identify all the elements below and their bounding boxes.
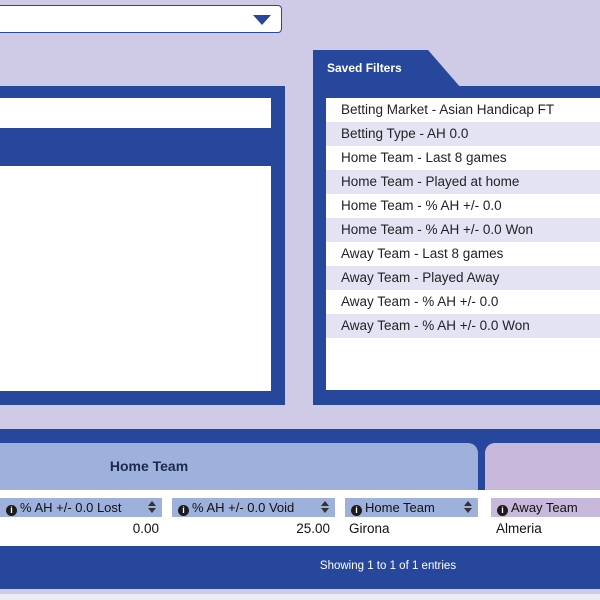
column-header-home-team[interactable]: i Home Team [345,498,478,517]
saved-filter-item[interactable]: Home Team - Played at home [326,170,600,194]
info-icon[interactable]: i [497,505,508,516]
column-header-label: % AH +/- 0.0 Void [192,500,295,515]
saved-filter-item[interactable]: Home Team - Last 8 games [326,146,600,170]
home-team-group-label: Home Team [109,458,189,474]
page: Saved Filters Betting Market - Asian Han… [0,0,600,600]
saved-filter-item[interactable]: Away Team - % AH +/- 0.0 Won [326,314,600,338]
bottom-strip-inner [0,594,600,600]
column-header-label: % AH +/- 0.0 Lost [20,500,122,515]
column-header-ah-lost[interactable]: i% AH +/- 0.0 Lost [0,498,162,517]
info-icon[interactable]: i [6,505,17,516]
saved-filter-item[interactable]: Betting Market - Asian Handicap FT [326,98,600,122]
table-cell-void: 25.00 [296,521,330,536]
saved-filter-item[interactable]: Away Team - Played Away [326,266,600,290]
sort-icon[interactable] [464,501,472,514]
table-cell-away-team: Almeria [496,521,542,536]
saved-filter-item[interactable]: Home Team - % AH +/- 0.0 [326,194,600,218]
filter-list-box[interactable] [0,166,271,391]
table-info: Showing 1 to 1 of 1 entries [319,560,457,572]
column-header-label: Home Team [365,500,435,515]
chevron-down-icon[interactable] [253,15,271,25]
sort-icon[interactable] [321,501,329,514]
column-header-away-team[interactable]: i Away Team [491,498,600,517]
away-team-group-header [485,443,600,490]
saved-filters-title: Saved Filters [327,61,402,75]
sort-icon[interactable] [148,501,156,514]
info-icon[interactable]: i [351,505,362,516]
saved-filter-item[interactable]: Home Team - % AH +/- 0.0 Won [326,218,600,242]
left-panel [0,86,285,405]
saved-filter-item[interactable]: Betting Type - AH 0.0 [326,122,600,146]
saved-filter-item[interactable]: Away Team - % AH +/- 0.0 [326,290,600,314]
saved-filter-item[interactable]: Away Team - Last 8 games [326,242,600,266]
table-cell-lost: 0.00 [132,521,159,536]
filter-select[interactable] [0,5,282,33]
info-icon[interactable]: i [178,505,189,516]
saved-filters-list: Betting Market - Asian Handicap FT Betti… [326,98,600,390]
filter-name-input[interactable] [0,98,271,128]
table-cell-home-team: Girona [349,521,390,536]
column-header-ah-void[interactable]: i% AH +/- 0.0 Void [172,498,335,517]
column-header-label: Away Team [511,500,578,515]
